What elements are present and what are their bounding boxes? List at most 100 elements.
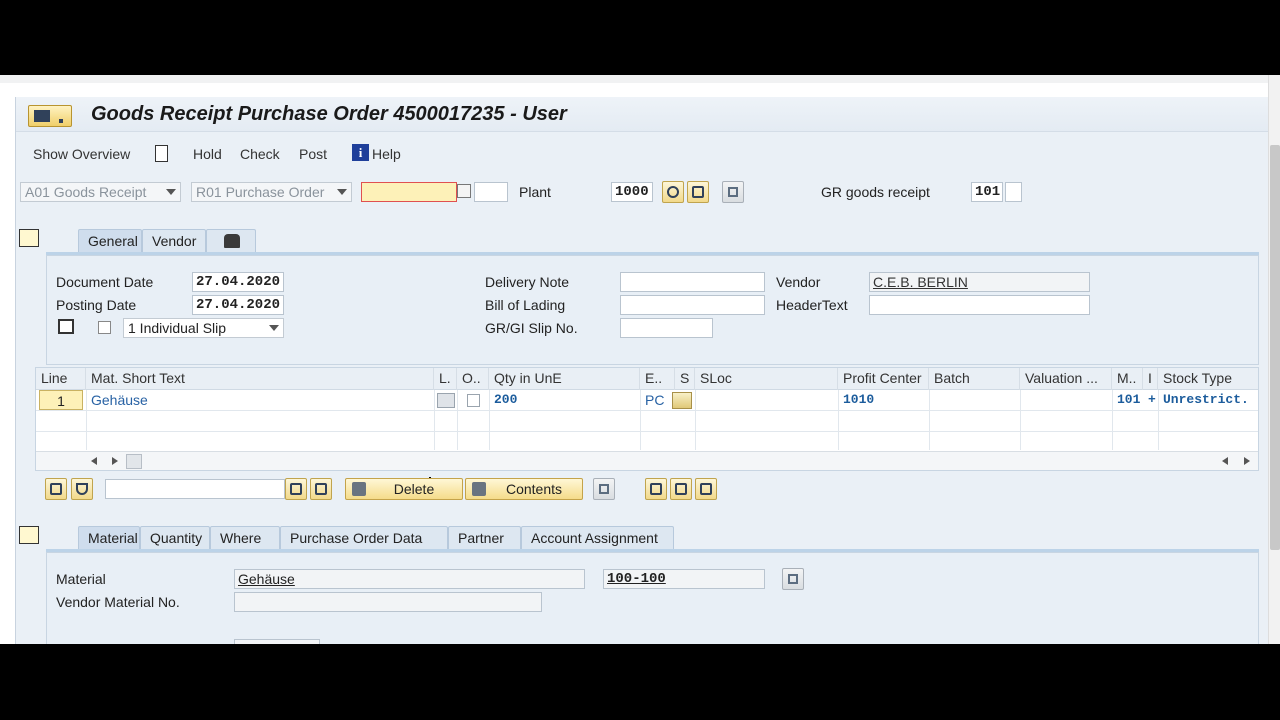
gr-goods-receipt-label: GR goods receipt	[821, 184, 930, 200]
col-sloc[interactable]: SLoc	[695, 368, 838, 390]
bill-of-lading-field[interactable]	[620, 295, 765, 315]
movement-type-field[interactable]: 101	[971, 182, 1003, 202]
tab-vendor[interactable]: Vendor	[142, 229, 206, 253]
col-batch[interactable]: Batch	[929, 368, 1020, 390]
add-row-icon[interactable]	[670, 478, 692, 500]
delivery-note-field[interactable]	[620, 272, 765, 292]
col-unit[interactable]: E..	[640, 368, 675, 390]
col-o[interactable]: O..	[457, 368, 489, 390]
find-next-icon[interactable]	[310, 478, 332, 500]
gr-gi-slip-field[interactable]	[620, 318, 713, 338]
move-row-icon[interactable]	[695, 478, 717, 500]
tab-purchase-order-data[interactable]: Purchase Order Data	[280, 526, 448, 550]
tab-partner[interactable]: Partner	[448, 526, 521, 550]
header-text-field[interactable]	[869, 295, 1090, 315]
folder-icon[interactable]	[645, 478, 667, 500]
items-table: Line Mat. Short Text L. O.. Qty in UnE E…	[35, 367, 1259, 471]
table-settings-icon[interactable]	[722, 181, 744, 203]
sloc-cell[interactable]	[695, 390, 838, 411]
batch-cell[interactable]	[929, 390, 1020, 411]
header-text-label: HeaderText	[776, 297, 848, 313]
plant-field[interactable]: 1000	[611, 182, 653, 202]
material-number-field: 100-100	[603, 569, 765, 589]
collapse-item-icon[interactable]	[19, 526, 39, 544]
mat-short-text-cell[interactable]: Gehäuse	[86, 390, 434, 411]
tab-account-assignment[interactable]: Account Assignment	[521, 526, 674, 550]
profit-center-cell[interactable]: 1010	[838, 390, 929, 411]
scroll-thumb[interactable]	[126, 454, 142, 469]
check-button[interactable]: Check	[240, 146, 280, 162]
col-divider	[838, 390, 839, 450]
document-icon[interactable]	[155, 145, 168, 162]
scroll-left-icon[interactable]	[1222, 457, 1228, 465]
indicator-cell[interactable]: +	[1143, 390, 1158, 411]
vertical-scrollbar[interactable]	[1268, 75, 1280, 644]
show-overview-button[interactable]: Show Overview	[33, 146, 130, 162]
stock-type-cell[interactable]: Unrestrict.	[1158, 390, 1258, 411]
col-mat-short-text[interactable]: Mat. Short Text	[86, 368, 434, 390]
horizontal-scrollbar[interactable]	[36, 451, 1258, 470]
vendor-material-field	[234, 592, 542, 612]
col-profit-center[interactable]: Profit Center	[838, 368, 929, 390]
col-line[interactable]: Line	[36, 368, 86, 390]
col-stock-type[interactable]: Stock Type	[1158, 368, 1258, 390]
post-button[interactable]: Post	[299, 146, 327, 162]
transaction-select[interactable]: A01 Goods Receipt	[20, 182, 181, 202]
tab-where[interactable]: Where	[210, 526, 280, 550]
movement-type-ext-field[interactable]	[1005, 182, 1022, 202]
hold-button[interactable]: Hold	[193, 146, 222, 162]
line-cell[interactable]: 1	[39, 390, 83, 410]
print-checkbox[interactable]	[98, 321, 111, 334]
col-indicator[interactable]: I	[1143, 368, 1158, 390]
help-button[interactable]: Help	[372, 146, 401, 162]
help-icon[interactable]: i	[352, 144, 369, 161]
unit-cell[interactable]: PC	[640, 390, 675, 411]
movement-cell[interactable]: 101	[1112, 390, 1143, 411]
find-icon[interactable]	[285, 478, 307, 500]
table-row-empty	[36, 432, 1258, 453]
col-divider	[1112, 390, 1113, 450]
col-valuation[interactable]: Valuation ...	[1020, 368, 1112, 390]
sap-window: Goods Receipt Purchase Order 4500017235 …	[0, 75, 1280, 644]
table-row[interactable]: 1 Gehäuse 200 PC 1010 101 + Unrestrict.	[36, 390, 1258, 411]
scroll-right-icon[interactable]	[112, 457, 118, 465]
po-item-field[interactable]	[474, 182, 508, 202]
scroll-thumb[interactable]	[1270, 145, 1280, 550]
scroll-left-icon[interactable]	[91, 457, 97, 465]
col-qty[interactable]: Qty in UnE	[489, 368, 640, 390]
contents-button[interactable]: Contents	[465, 478, 583, 500]
slip-type-select[interactable]: 1 Individual Slip	[123, 318, 284, 338]
find-icon[interactable]	[687, 181, 709, 203]
execute-icon[interactable]	[662, 181, 684, 203]
tab-quantity[interactable]: Quantity	[140, 526, 210, 550]
menu-icon[interactable]	[28, 105, 72, 127]
qty-cell[interactable]: 200	[489, 390, 640, 411]
scroll-right-icon[interactable]	[1244, 457, 1250, 465]
material-detail-icon[interactable]	[782, 568, 804, 590]
collapse-header-icon[interactable]	[19, 229, 39, 247]
col-divider	[640, 390, 641, 450]
table-search-input[interactable]	[105, 479, 285, 499]
print-list-icon[interactable]	[45, 478, 67, 500]
status-icon[interactable]	[672, 392, 692, 409]
valuation-cell[interactable]	[1020, 390, 1112, 411]
delete-button[interactable]: Delete	[345, 478, 463, 500]
document-date-field[interactable]: 27.04.2020	[192, 272, 284, 292]
vendor-material-label: Vendor Material No.	[56, 594, 180, 610]
po-number-field[interactable]	[361, 182, 457, 202]
item-detail-icon[interactable]	[437, 393, 455, 408]
col-s[interactable]: S	[675, 368, 695, 390]
posting-date-field[interactable]: 27.04.2020	[192, 295, 284, 315]
col-l[interactable]: L.	[434, 368, 457, 390]
tab-partner-icon[interactable]	[206, 229, 256, 253]
reference-select[interactable]: R01 Purchase Order	[191, 182, 352, 202]
printer-icon[interactable]	[58, 319, 74, 334]
tab-material[interactable]: Material	[78, 526, 140, 550]
search-help-icon[interactable]	[457, 184, 471, 198]
item-ok-checkbox[interactable]	[467, 394, 480, 407]
col-movement[interactable]: M..	[1112, 368, 1143, 390]
filter-icon[interactable]	[71, 478, 93, 500]
fullscreen-icon[interactable]	[593, 478, 615, 500]
col-divider	[1158, 390, 1159, 450]
tab-general[interactable]: General	[78, 229, 142, 253]
